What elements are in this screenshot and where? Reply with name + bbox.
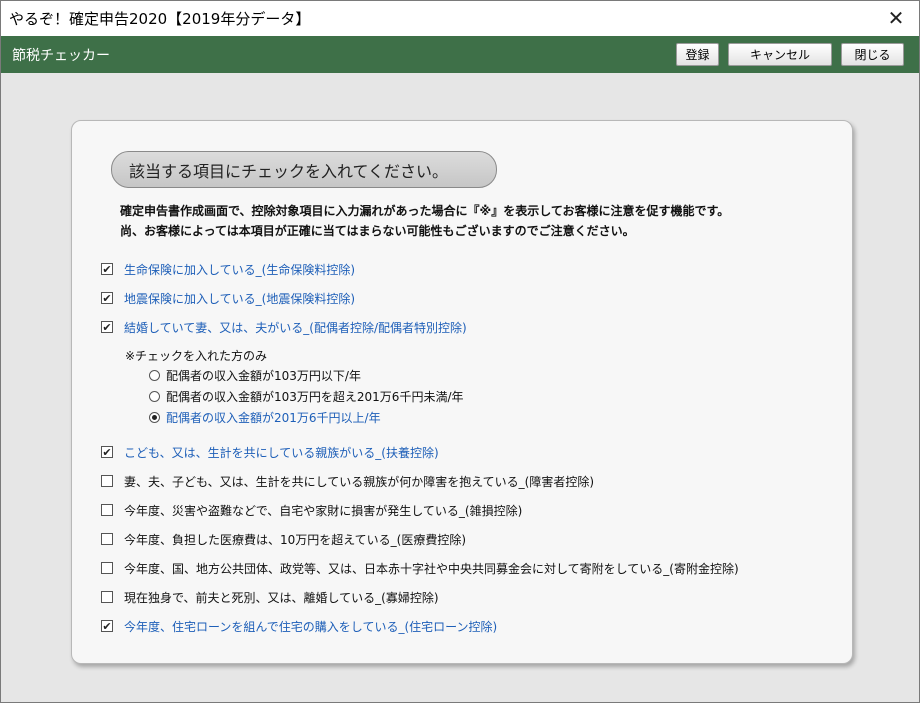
item-donations[interactable]: 今年度、国、地方公共団体、政党等、又は、日本赤十字社や中央共同募金会に対して寄附… (101, 559, 739, 577)
checkbox[interactable]: ✔ (101, 263, 113, 275)
radio-income-option-3[interactable]: 配偶者の収入金額が201万6千円以上/年 (149, 408, 381, 426)
item-dependents[interactable]: ✔ こども、又は、生計を共にしている親族がいる_(扶養控除) (101, 443, 439, 461)
toolbar: 節税チェッカー 登録 キャンセル 閉じる (0, 36, 920, 73)
check-icon: ✔ (102, 262, 112, 276)
checkbox[interactable]: ✔ (101, 292, 113, 304)
item-widow[interactable]: 現在独身で、前夫と死別、又は、離婚している_(寡婦控除) (101, 588, 439, 606)
item-spouse[interactable]: ✔ 結婚していて妻、又は、夫がいる_(配偶者控除/配偶者特別控除) (101, 318, 467, 336)
item-housing-loan[interactable]: ✔ 今年度、住宅ローンを組んで住宅の購入をしている_(住宅ローン控除) (101, 617, 497, 635)
register-button[interactable]: 登録 (676, 43, 719, 66)
close-icon[interactable]: ✕ (873, 1, 919, 35)
item-label: 今年度、災害や盗難などで、自宅や家財に損害が発生している_(雑損控除) (124, 503, 523, 518)
description-line-1: 確定申告書作成画面で、控除対象項目に入力漏れがあった場合に『※』を表示してお客様… (120, 204, 730, 218)
item-casualty-loss[interactable]: 今年度、災害や盗難などで、自宅や家財に損害が発生している_(雑損控除) (101, 501, 522, 519)
item-label: 結婚していて妻、又は、夫がいる_(配偶者控除/配偶者特別控除) (124, 320, 467, 335)
checkbox[interactable] (101, 562, 113, 574)
checkbox[interactable]: ✔ (101, 321, 113, 333)
radio-dot-icon (152, 414, 157, 420)
item-label: 今年度、住宅ローンを組んで住宅の購入をしている_(住宅ローン控除) (124, 619, 498, 634)
app-name: 節税チェッカー (12, 48, 110, 64)
window-title: やるぞ！確定申告2020【2019年分データ】 (9, 10, 311, 28)
cancel-button[interactable]: キャンセル (728, 43, 832, 66)
radio-button[interactable] (149, 390, 160, 402)
item-medical-expenses[interactable]: 今年度、負担した医療費は、10万円を超えている_(医療費控除) (101, 530, 466, 548)
item-label: 現在独身で、前夫と死別、又は、離婚している_(寡婦控除) (124, 590, 439, 605)
content-area: 該当する項目にチェックを入れてください。 確定申告書作成画面で、控除対象項目に入… (0, 73, 920, 703)
item-life-insurance[interactable]: ✔ 生命保険に加入している_(生命保険料控除) (101, 260, 355, 278)
item-label: 妻、夫、子ども、又は、生計を共にしている親族が何か障害を抱えている_(障害者控除… (124, 474, 595, 489)
radio-label: 配偶者の収入金額が103万円を超え201万6千円未満/年 (166, 389, 464, 404)
panel-heading: 該当する項目にチェックを入れてください。 (111, 151, 497, 188)
item-label: 生命保険に加入している_(生命保険料控除) (124, 262, 356, 277)
radio-label: 配偶者の収入金額が103万円以下/年 (166, 368, 361, 383)
item-label: 今年度、負担した医療費は、10万円を超えている_(医療費控除) (124, 532, 467, 547)
radio-label: 配偶者の収入金額が201万6千円以上/年 (166, 410, 381, 425)
radio-button[interactable] (149, 369, 160, 381)
item-label: こども、又は、生計を共にしている親族がいる_(扶養控除) (124, 445, 439, 460)
checkbox[interactable] (101, 533, 113, 545)
item-label: 地震保険に加入している_(地震保険料控除) (124, 291, 356, 306)
check-icon: ✔ (102, 291, 112, 305)
checkbox[interactable] (101, 591, 113, 603)
item-label: 今年度、国、地方公共団体、政党等、又は、日本赤十字社や中央共同募金会に対して寄附… (124, 561, 739, 576)
radio-income-option-1[interactable]: 配偶者の収入金額が103万円以下/年 (149, 366, 361, 384)
item-disability[interactable]: 妻、夫、子ども、又は、生計を共にしている親族が何か障害を抱えている_(障害者控除… (101, 472, 594, 490)
spouse-note: ※チェックを入れた方のみ (125, 349, 268, 363)
check-icon: ✔ (102, 320, 112, 334)
radio-button-selected[interactable] (149, 411, 160, 423)
checkbox[interactable] (101, 475, 113, 487)
radio-income-option-2[interactable]: 配偶者の収入金額が103万円を超え201万6千円未満/年 (149, 387, 464, 405)
item-earthquake-insurance[interactable]: ✔ 地震保険に加入している_(地震保険料控除) (101, 289, 355, 307)
checkbox[interactable]: ✔ (101, 620, 113, 632)
checker-panel: 該当する項目にチェックを入れてください。 確定申告書作成画面で、控除対象項目に入… (71, 120, 853, 664)
check-icon: ✔ (102, 445, 112, 459)
checkbox[interactable] (101, 504, 113, 516)
close-button[interactable]: 閉じる (841, 43, 904, 66)
check-icon: ✔ (102, 619, 112, 633)
description-line-2: 尚、お客様によっては本項目が正確に当てはまらない可能性もございますのでご注意くだ… (120, 224, 635, 238)
title-bar: やるぞ！確定申告2020【2019年分データ】 ✕ (0, 0, 920, 36)
checkbox[interactable]: ✔ (101, 446, 113, 458)
